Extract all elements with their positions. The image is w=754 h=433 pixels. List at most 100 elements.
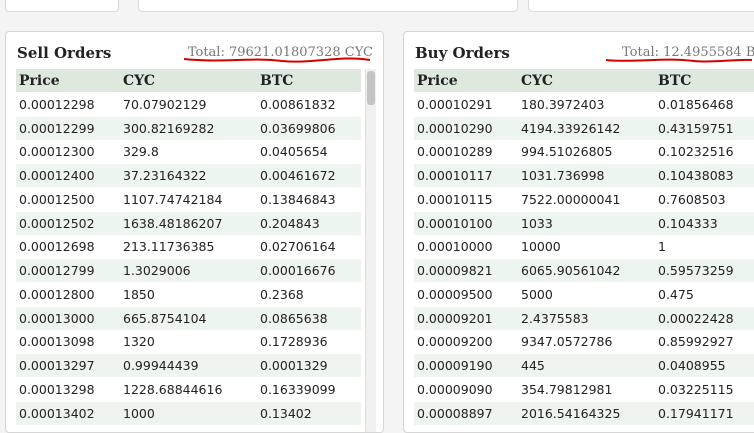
column-header-btc[interactable]: BTC bbox=[655, 69, 754, 93]
order-row[interactable]: 0.00012698213.117363850.02706164 bbox=[16, 235, 361, 259]
order-price-cell: 0.00009090 bbox=[414, 378, 518, 402]
order-cyc-cell: 4194.33926142 bbox=[518, 116, 655, 140]
order-row[interactable]: 0.0001240037.231643220.00461672 bbox=[16, 164, 361, 188]
order-btc-cell: 0.0001329 bbox=[257, 354, 361, 378]
order-cyc-cell: 1107.74742184 bbox=[120, 188, 257, 212]
order-btc-cell: 0.03225115 bbox=[655, 378, 754, 402]
order-price-cell: 0.00013420 bbox=[16, 425, 120, 433]
order-row[interactable]: 0.0001309813200.1728936 bbox=[16, 330, 361, 354]
order-price-cell: 0.00010291 bbox=[414, 93, 518, 117]
order-btc-cell: 0.475 bbox=[655, 283, 754, 307]
order-cyc-cell: 37.23164322 bbox=[120, 164, 257, 188]
order-price-cell: 0.00012299 bbox=[16, 116, 120, 140]
sell-total-underline-annotation bbox=[182, 51, 372, 69]
order-price-cell: 0.00012698 bbox=[16, 235, 120, 259]
order-row[interactable]: 0.00012300329.80.0405654 bbox=[16, 140, 361, 164]
order-row[interactable]: 0.0001280018500.2368 bbox=[16, 283, 361, 307]
sell-orders-title: Sell Orders bbox=[17, 44, 111, 62]
order-price-cell: 0.00010289 bbox=[414, 140, 518, 164]
order-btc-cell: 0.104333 bbox=[655, 211, 754, 235]
order-row[interactable]: 0.00010289994.510268050.10232516 bbox=[414, 140, 754, 164]
order-price-cell: 0.00010290 bbox=[414, 116, 518, 140]
order-btc-cell: 0.2368 bbox=[257, 283, 361, 307]
order-row[interactable]: 0.00013420200.002684 bbox=[16, 425, 361, 433]
order-row[interactable]: 0.0001340210000.13402 bbox=[16, 401, 361, 425]
buy-total-underline-annotation bbox=[604, 51, 754, 69]
order-row[interactable]: 0.000086312.07665120.00017924 bbox=[414, 425, 754, 433]
order-cyc-cell: 2016.54164325 bbox=[518, 401, 655, 425]
order-price-cell: 0.00010000 bbox=[414, 235, 518, 259]
order-row[interactable]: 0.0000950050000.475 bbox=[414, 283, 754, 307]
order-price-cell: 0.00008631 bbox=[414, 425, 518, 433]
order-row[interactable]: 0.000092012.43755830.00022428 bbox=[414, 306, 754, 330]
order-row[interactable]: 0.000132970.999444390.0001329 bbox=[16, 354, 361, 378]
order-cyc-cell: 5000 bbox=[518, 283, 655, 307]
order-row[interactable]: 0.000091904450.0408955 bbox=[414, 354, 754, 378]
order-cyc-cell: 994.51026805 bbox=[518, 140, 655, 164]
order-price-cell: 0.00012500 bbox=[16, 188, 120, 212]
order-price-cell: 0.00009190 bbox=[414, 354, 518, 378]
order-btc-cell: 0.03699806 bbox=[257, 116, 361, 140]
order-row[interactable]: 0.000098216065.905610420.59573259 bbox=[414, 259, 754, 283]
order-price-cell: 0.00012400 bbox=[16, 164, 120, 188]
column-header-price[interactable]: Price bbox=[16, 69, 120, 93]
order-btc-cell: 0.204843 bbox=[257, 211, 361, 235]
order-cyc-cell: 1033 bbox=[518, 211, 655, 235]
order-btc-cell: 0.7608503 bbox=[655, 188, 754, 212]
order-cyc-cell: 20 bbox=[120, 425, 257, 433]
order-cyc-cell: 1.3029006 bbox=[120, 259, 257, 283]
order-btc-cell: 0.85992927 bbox=[655, 330, 754, 354]
order-price-cell: 0.00013402 bbox=[16, 401, 120, 425]
order-btc-cell: 0.43159751 bbox=[655, 116, 754, 140]
order-btc-cell: 0.10438083 bbox=[655, 164, 754, 188]
order-cyc-cell: 1031.736998 bbox=[518, 164, 655, 188]
order-row[interactable]: 0.000132981228.688446160.16339099 bbox=[16, 378, 361, 402]
order-cyc-cell: 70.07902129 bbox=[120, 93, 257, 117]
order-price-cell: 0.00012300 bbox=[16, 140, 120, 164]
order-row[interactable]: 0.00013000665.87541040.0865638 bbox=[16, 306, 361, 330]
sell-orders-scroll-thumb[interactable] bbox=[367, 71, 375, 105]
order-row[interactable]: 0.000101157522.000000410.7608503 bbox=[414, 188, 754, 212]
column-header-btc[interactable]: BTC bbox=[257, 69, 361, 93]
order-row[interactable]: 0.00010291180.39724030.01856468 bbox=[414, 93, 754, 117]
order-price-cell: 0.00009500 bbox=[414, 283, 518, 307]
order-btc-cell: 0.00017924 bbox=[655, 425, 754, 433]
buy-orders-title: Buy Orders bbox=[415, 44, 510, 62]
order-row[interactable]: 0.000125021638.481862070.204843 bbox=[16, 211, 361, 235]
column-header-cyc[interactable]: CYC bbox=[518, 69, 655, 93]
order-row[interactable]: 0.000101171031.7369980.10438083 bbox=[414, 164, 754, 188]
order-cyc-cell: 213.11736385 bbox=[120, 235, 257, 259]
order-row[interactable]: 0.000088972016.541643250.17941171 bbox=[414, 401, 754, 425]
order-price-cell: 0.00010100 bbox=[414, 211, 518, 235]
order-row[interactable]: 0.000102904194.339261420.43159751 bbox=[414, 116, 754, 140]
order-price-cell: 0.00010115 bbox=[414, 188, 518, 212]
order-row[interactable]: 0.000125001107.747421840.13846843 bbox=[16, 188, 361, 212]
order-row[interactable]: 0.000092009347.05727860.85992927 bbox=[414, 330, 754, 354]
order-price-cell: 0.00012800 bbox=[16, 283, 120, 307]
sell-orders-scrollbar[interactable] bbox=[365, 69, 376, 433]
order-price-cell: 0.00009200 bbox=[414, 330, 518, 354]
order-row[interactable]: 0.0001229870.079021290.00861832 bbox=[16, 93, 361, 117]
order-row[interactable]: 0.000127991.30290060.00016676 bbox=[16, 259, 361, 283]
order-btc-cell: 0.16339099 bbox=[257, 378, 361, 402]
order-row[interactable]: 0.00010000100001 bbox=[414, 235, 754, 259]
order-cyc-cell: 180.3972403 bbox=[518, 93, 655, 117]
order-price-cell: 0.00012502 bbox=[16, 211, 120, 235]
order-cyc-cell: 445 bbox=[518, 354, 655, 378]
sell-orders-header-row: Price CYC BTC bbox=[16, 69, 361, 93]
order-btc-cell: 0.10232516 bbox=[655, 140, 754, 164]
order-row[interactable]: 0.00009090354.798129810.03225115 bbox=[414, 378, 754, 402]
order-cyc-cell: 0.99944439 bbox=[120, 354, 257, 378]
order-btc-cell: 0.002684 bbox=[257, 425, 361, 433]
order-cyc-cell: 1320 bbox=[120, 330, 257, 354]
order-price-cell: 0.00012799 bbox=[16, 259, 120, 283]
buy-orders-header-row: Price CYC BTC bbox=[414, 69, 754, 93]
order-cyc-cell: 6065.90561042 bbox=[518, 259, 655, 283]
order-row[interactable]: 0.00012299300.821692820.03699806 bbox=[16, 116, 361, 140]
order-price-cell: 0.00009821 bbox=[414, 259, 518, 283]
order-row[interactable]: 0.0001010010330.104333 bbox=[414, 211, 754, 235]
column-header-cyc[interactable]: CYC bbox=[120, 69, 257, 93]
top-panel-right bbox=[528, 0, 754, 12]
column-header-price[interactable]: Price bbox=[414, 69, 518, 93]
order-btc-cell: 0.59573259 bbox=[655, 259, 754, 283]
